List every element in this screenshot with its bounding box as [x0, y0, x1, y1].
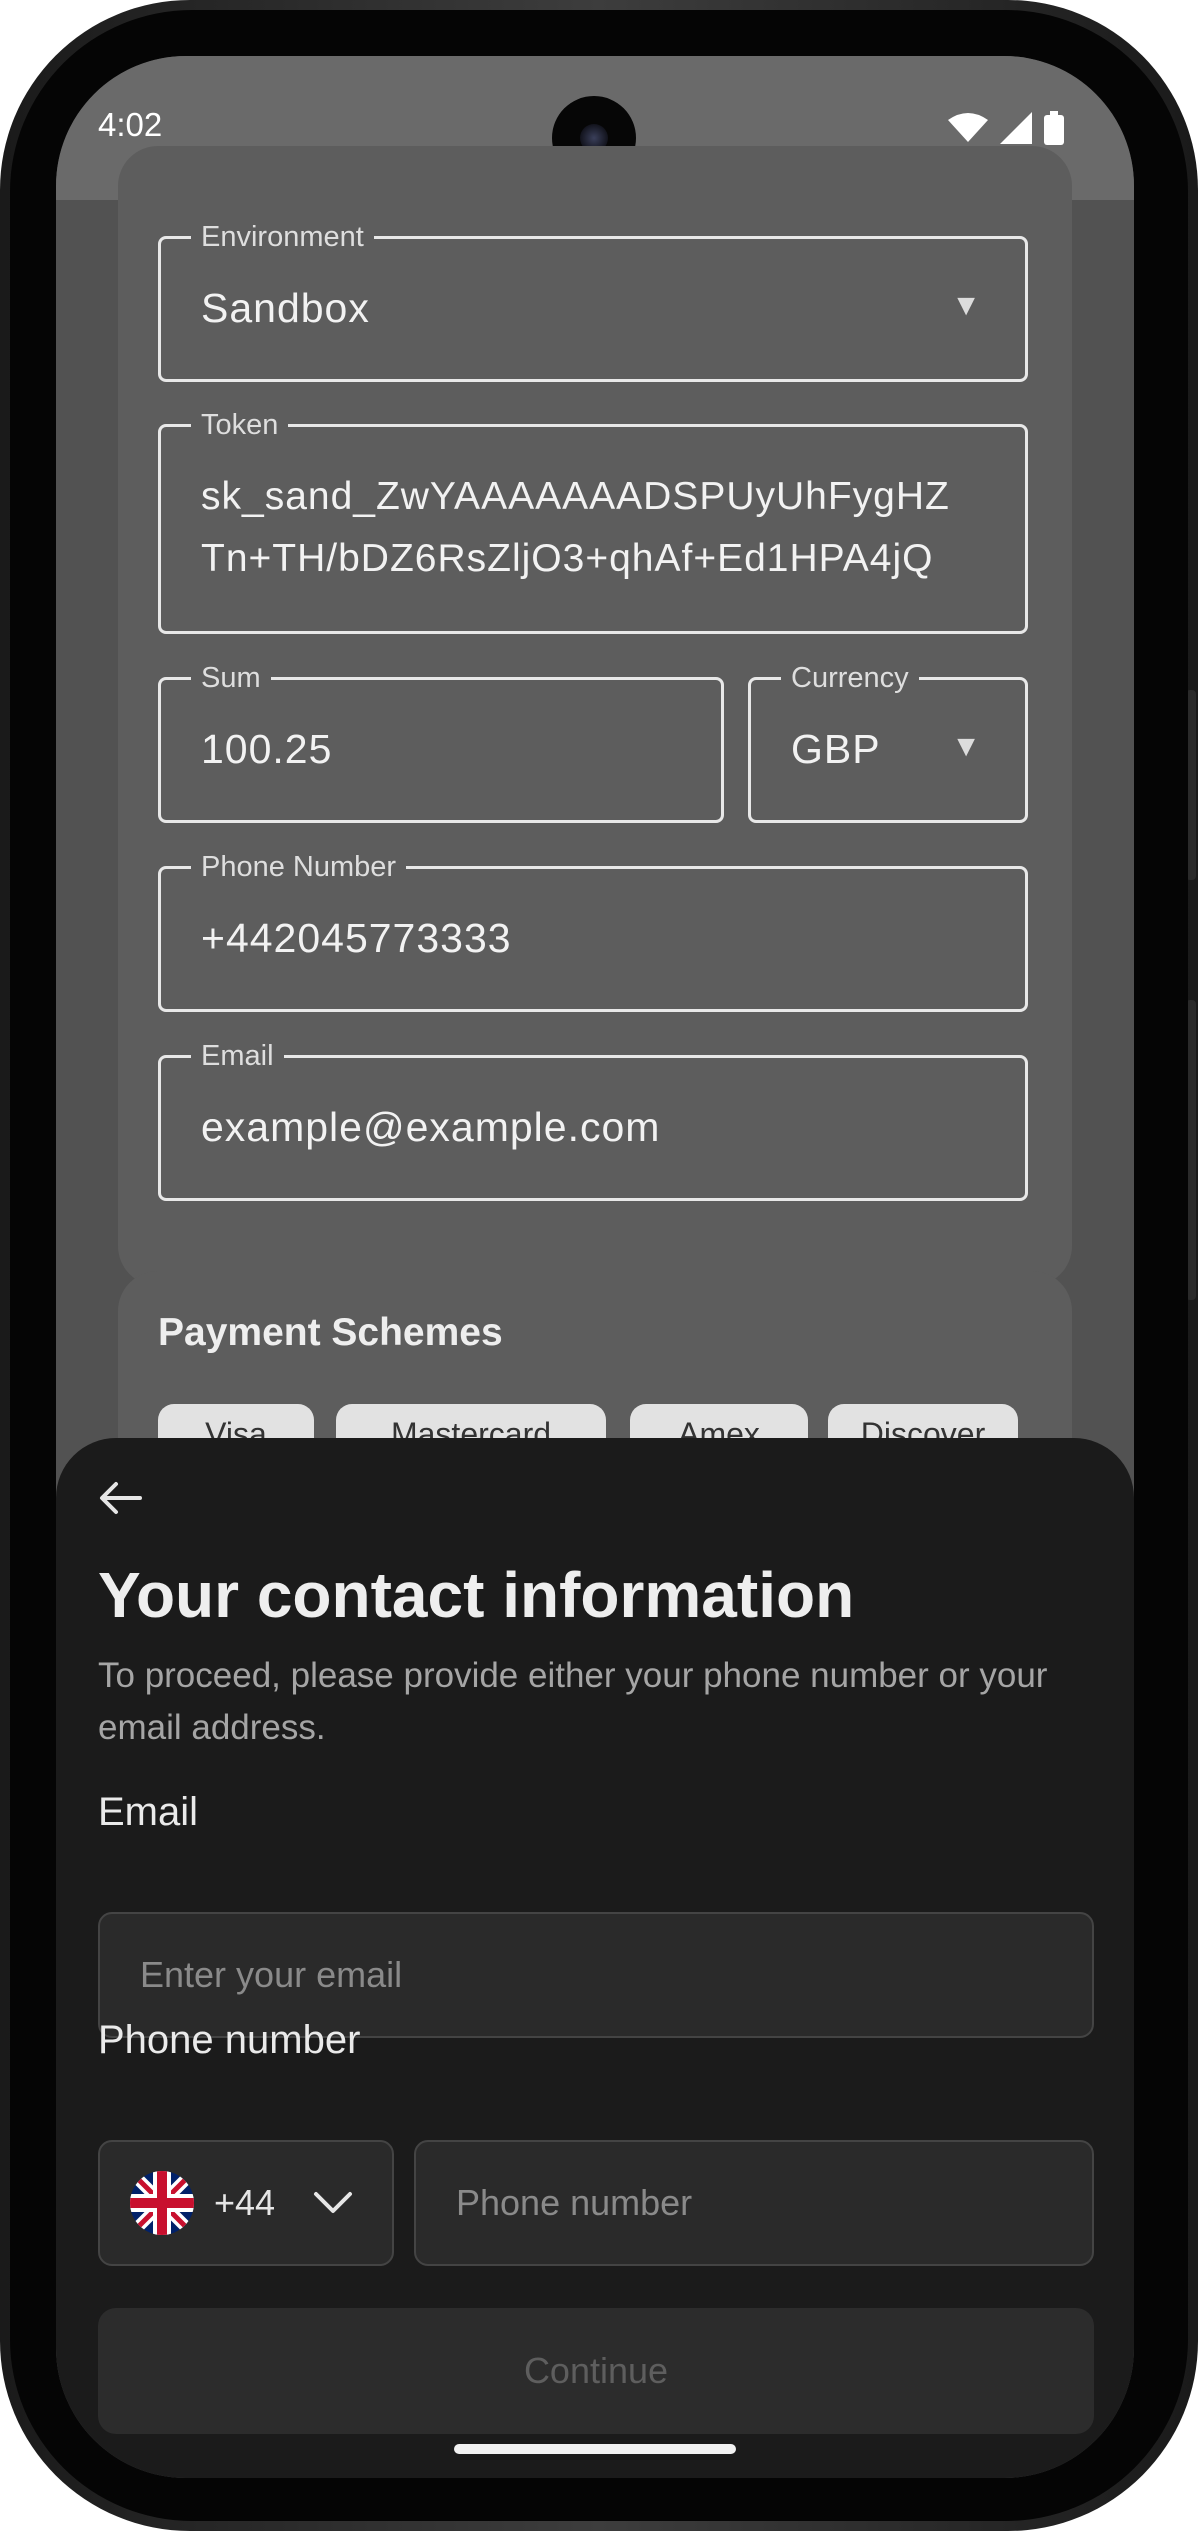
- environment-dropdown[interactable]: Environment Sandbox ▼: [158, 219, 1028, 382]
- country-code-selector[interactable]: +44: [98, 2140, 394, 2266]
- phone-number-label: Phone Number: [191, 849, 407, 885]
- token-line-2: Tn+TH/bDZ6RsZljO3+qhAf+Ed1HPA4jQ: [201, 537, 934, 580]
- sheet-description: To proceed, please provide either your p…: [98, 1656, 1048, 1747]
- sum-value: 100.25: [201, 726, 333, 772]
- uk-flag-icon: [130, 2171, 194, 2235]
- screen: 4:02 Environment Sandbox ▼ Token sk_sand…: [56, 56, 1134, 2478]
- email-input-label: Email: [98, 1790, 199, 1834]
- payment-schemes-title: Payment Schemes: [158, 1311, 503, 1354]
- home-indicator[interactable]: [454, 2444, 736, 2454]
- phone-number-field[interactable]: Phone Number +442045773333: [158, 849, 1028, 1012]
- phone-frame: 4:02 Environment Sandbox ▼ Token sk_sand…: [0, 0, 1198, 2531]
- email-label: Email: [191, 1038, 284, 1074]
- continue-button[interactable]: Continue: [98, 2308, 1094, 2434]
- sheet-title: Your contact information: [98, 1559, 855, 1631]
- currency-value: GBP: [791, 726, 881, 772]
- status-time: 4:02: [98, 106, 163, 143]
- sum-field[interactable]: Sum 100.25: [158, 660, 724, 823]
- back-arrow-icon[interactable]: [96, 1476, 146, 1520]
- currency-label: Currency: [781, 660, 919, 696]
- currency-dropdown[interactable]: Currency GBP ▼: [748, 660, 1028, 823]
- phone-bezel: 4:02 Environment Sandbox ▼ Token sk_sand…: [10, 10, 1188, 2521]
- environment-label: Environment: [191, 219, 374, 255]
- chevron-down-icon: [314, 2192, 353, 2213]
- phone-input-label: Phone number: [98, 2018, 361, 2062]
- email-placeholder: Enter your email: [140, 1954, 403, 1995]
- token-label: Token: [191, 407, 289, 443]
- phone-number-placeholder: Phone number: [456, 2182, 693, 2223]
- token-line-1: sk_sand_ZwYAAAAAAADSPUyUhFygHZ: [201, 475, 950, 518]
- email-field[interactable]: Email example@example.com: [158, 1038, 1028, 1201]
- phone-number-input[interactable]: Phone number: [414, 2140, 1094, 2266]
- dropdown-arrow-icon: ▼: [951, 730, 981, 763]
- phone-number-value: +442045773333: [201, 915, 512, 961]
- battery-icon: [1044, 111, 1064, 145]
- signal-icon: [1000, 112, 1032, 144]
- settings-card: Environment Sandbox ▼ Token sk_sand_ZwYA…: [118, 146, 1072, 1286]
- email-value: example@example.com: [201, 1104, 661, 1150]
- contact-bottom-sheet: Your contact information To proceed, ple…: [56, 1438, 1134, 2478]
- environment-value: Sandbox: [201, 285, 370, 331]
- token-field[interactable]: Token sk_sand_ZwYAAAAAAADSPUyUhFygHZ Tn+…: [158, 407, 1028, 634]
- sum-label: Sum: [191, 660, 271, 696]
- system-icons: [948, 111, 1064, 145]
- country-code: +44: [214, 2182, 276, 2223]
- wifi-icon: [948, 113, 988, 142]
- dropdown-arrow-icon: ▼: [951, 289, 981, 322]
